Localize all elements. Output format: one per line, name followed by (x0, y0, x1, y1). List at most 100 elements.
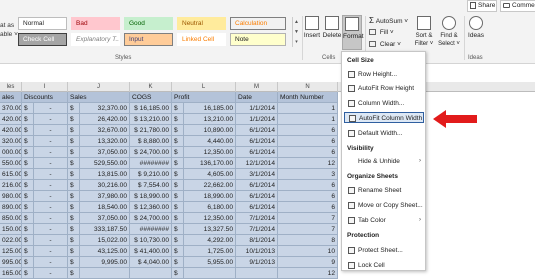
table-cell[interactable]: 4,440.00 (184, 136, 236, 147)
table-cell[interactable]: $ (22, 136, 34, 147)
table-cell[interactable]: 12 (278, 268, 338, 279)
table-cell[interactable]: $ 7,554.00 (130, 180, 172, 191)
menu-item-default-width[interactable]: Default Width... (344, 128, 424, 139)
table-cell[interactable]: 18,540.00 (80, 202, 130, 213)
table-cell[interactable]: $ (22, 169, 34, 180)
menu-item-hide-unhide[interactable]: Hide & Unhide › (344, 156, 424, 167)
table-cell[interactable]: $ (172, 268, 184, 279)
table-cell[interactable]: $ 10,730.00 (130, 235, 172, 246)
table-cell[interactable] (236, 268, 278, 279)
table-cell[interactable]: $ (22, 125, 34, 136)
table-cell[interactable]: 4,292.00 (184, 235, 236, 246)
style-calculation[interactable]: Calculation (230, 17, 286, 30)
table-cell[interactable]: $ (68, 257, 80, 268)
table-cell[interactable]: $ 24,700.00 (130, 147, 172, 158)
insert-button[interactable]: Insert (302, 16, 322, 40)
table-cell[interactable]: 1/1/2014 (236, 114, 278, 125)
comments-button[interactable]: Comme (500, 0, 535, 12)
table-cell[interactable]: ######## (130, 224, 172, 235)
table-cell[interactable]: $ 18,990.00 (130, 191, 172, 202)
share-button[interactable]: Share (467, 0, 497, 12)
table-cell[interactable]: - (34, 180, 68, 191)
table-cell[interactable]: $ (172, 158, 184, 169)
table-cell[interactable]: 136,170.00 (184, 158, 236, 169)
table-cell[interactable]: 150.00 (0, 224, 22, 235)
table-cell[interactable]: $ (22, 257, 34, 268)
table-cell[interactable]: 22,662.00 (184, 180, 236, 191)
table-cell[interactable]: $ (172, 136, 184, 147)
table-cell[interactable]: $ 24,700.00 (130, 213, 172, 224)
format-button[interactable]: Format (342, 15, 364, 50)
table-cell[interactable]: $ (68, 125, 80, 136)
table-cell[interactable]: 13,210.00 (184, 114, 236, 125)
table-cell[interactable]: 13,320.00 (80, 136, 130, 147)
table-cell[interactable]: 6/1/2014 (236, 180, 278, 191)
table-cell[interactable]: $ (22, 114, 34, 125)
table-cell[interactable]: $ (172, 202, 184, 213)
table-cell[interactable]: 6/1/2014 (236, 202, 278, 213)
table-cell[interactable]: - (34, 158, 68, 169)
table-cell[interactable]: 6,180.00 (184, 202, 236, 213)
column-header[interactable]: M (236, 82, 278, 92)
table-cell[interactable]: $ 8,880.00 (130, 136, 172, 147)
table-cell[interactable]: 420.00 (0, 125, 22, 136)
table-cell[interactable]: $ (22, 103, 34, 114)
table-cell[interactable]: 9/1/2013 (236, 257, 278, 268)
table-cell[interactable]: 16,185.00 (184, 103, 236, 114)
table-cell[interactable]: 32,670.00 (80, 125, 130, 136)
table-cell[interactable]: $ 12,360.00 (130, 202, 172, 213)
header-cell[interactable]: Date (236, 92, 278, 103)
ideas-button[interactable]: Ideas (466, 16, 486, 40)
menu-item-autofit-column-width[interactable]: AutoFit Column Width (344, 112, 424, 123)
table-cell[interactable]: - (34, 224, 68, 235)
table-cell[interactable]: 8/1/2014 (236, 235, 278, 246)
table-cell[interactable]: $ 13,210.00 (130, 114, 172, 125)
table-cell[interactable]: 12/1/2014 (236, 158, 278, 169)
table-cell[interactable]: 18,990.00 (184, 191, 236, 202)
table-cell[interactable]: $ (172, 180, 184, 191)
column-header[interactable]: N (278, 82, 338, 92)
menu-item-autofit-row-height[interactable]: AutoFit Row Height (344, 83, 424, 94)
table-cell[interactable]: $ 4,040.00 (130, 257, 172, 268)
table-cell[interactable]: 10,890.00 (184, 125, 236, 136)
table-cell[interactable]: 26,420.00 (80, 114, 130, 125)
table-cell[interactable]: 980.00 (0, 191, 22, 202)
table-cell[interactable]: - (34, 103, 68, 114)
table-cell[interactable]: 30,216.00 (80, 180, 130, 191)
table-cell[interactable]: $ (68, 169, 80, 180)
table-cell[interactable]: 10/1/2013 (236, 246, 278, 257)
table-cell[interactable]: 12 (278, 158, 338, 169)
table-cell[interactable]: $ (68, 213, 80, 224)
table-cell[interactable] (80, 268, 130, 279)
table-cell[interactable]: $ (172, 103, 184, 114)
table-cell[interactable]: $ (68, 202, 80, 213)
header-cell[interactable]: Profit (172, 92, 236, 103)
table-cell[interactable] (130, 268, 172, 279)
autosum-button[interactable]: Σ AutoSum ˅ (369, 16, 408, 26)
table-cell[interactable]: 6/1/2014 (236, 191, 278, 202)
column-header[interactable]: J (68, 82, 130, 92)
table-cell[interactable]: $ 9,210.00 (130, 169, 172, 180)
table-cell[interactable]: $ (68, 114, 80, 125)
table-cell[interactable]: 6 (278, 180, 338, 191)
menu-item-protect-sheet[interactable]: Protect Sheet... (344, 245, 424, 256)
table-cell[interactable]: $ (68, 224, 80, 235)
menu-item-row-height[interactable]: Row Height... (344, 69, 424, 80)
table-cell[interactable]: - (34, 213, 68, 224)
table-cell[interactable]: 9,995.00 (80, 257, 130, 268)
menu-item-lock-cell[interactable]: Lock Cell (344, 260, 424, 271)
table-cell[interactable]: 550.00 (0, 158, 22, 169)
table-cell[interactable]: $ (172, 213, 184, 224)
table-cell[interactable]: 7/1/2014 (236, 213, 278, 224)
table-cell[interactable]: 12,350.00 (184, 147, 236, 158)
table-cell[interactable]: 6/1/2014 (236, 147, 278, 158)
format-as-table-button[interactable]: at as able ˅ (0, 21, 18, 49)
fill-button[interactable]: Fill ˅ (369, 28, 394, 37)
table-cell[interactable]: 37,050.00 (80, 213, 130, 224)
table-cell[interactable]: 370.00 (0, 103, 22, 114)
table-cell[interactable]: $ 41,400.00 (130, 246, 172, 257)
table-cell[interactable]: 9 (278, 257, 338, 268)
table-cell[interactable]: 37,050.00 (80, 147, 130, 158)
table-cell[interactable]: $ (172, 114, 184, 125)
menu-item-column-width[interactable]: Column Width... (344, 98, 424, 109)
